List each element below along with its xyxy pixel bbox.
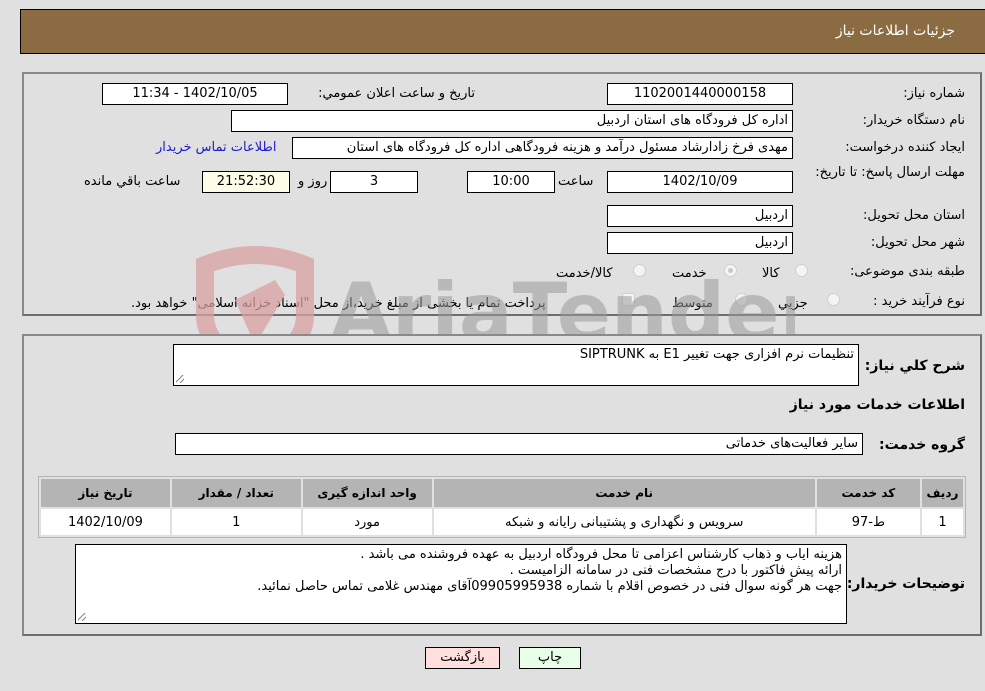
col-header-service-code: کد خدمت xyxy=(816,479,920,507)
treasury-note: پرداخت تمام یا بخشی از مبلغ خرید،از محل … xyxy=(131,296,546,311)
remaining-time-field: 21:52:30 xyxy=(202,171,290,193)
need-info-panel xyxy=(22,72,982,316)
description-text: تنظیمات نرم افزاری جهت تغییر E1 به SIPTR… xyxy=(579,347,854,362)
cell-quantity: 1 xyxy=(171,509,301,535)
buyer-contact-link[interactable]: اطلاعات تماس خريدار xyxy=(156,140,276,155)
city-label: شهر محل تحويل: xyxy=(870,235,965,250)
print-button[interactable]: چاپ xyxy=(519,647,581,669)
category-label: طبقه بندی موضوعی: xyxy=(849,264,965,279)
cell-unit: مورد xyxy=(302,509,432,535)
province-label: استان محل تحويل: xyxy=(863,208,965,223)
page-header: جزئيات اطلاعات نياز xyxy=(20,9,985,54)
days-label: روز و xyxy=(298,174,328,189)
category-radio-goods-service[interactable] xyxy=(633,264,646,277)
process-medium-label: متوسط xyxy=(672,296,713,311)
cell-service-name: سرویس و نگهداری و پشتیبانی رایانه و شبکه xyxy=(433,509,815,535)
process-radio-medium[interactable] xyxy=(735,293,748,306)
services-heading: اطلاعات خدمات مورد نياز xyxy=(789,397,965,413)
table-row: 1 ط-97 سرویس و نگهداری و پشتیبانی رایانه… xyxy=(41,509,963,535)
page-title: جزئيات اطلاعات نياز xyxy=(835,23,955,39)
category-goods-label: کالا xyxy=(762,266,780,281)
table-header-row: رديف کد خدمت نام خدمت واحد اندازه گيری ت… xyxy=(41,479,963,507)
deadline-label: مهلت ارسال پاسخ: تا تاريخ: xyxy=(815,165,965,180)
col-header-unit: واحد اندازه گيری xyxy=(302,479,432,507)
buyer-notes-label: توضيحات خريدار: xyxy=(846,576,965,592)
deadline-date-field: 1402/10/09 xyxy=(607,171,793,193)
city-field: اردبیل xyxy=(607,232,793,254)
days-remaining-field: 3 xyxy=(330,171,418,193)
treasury-checkbox[interactable] xyxy=(622,293,635,306)
resize-grip-icon[interactable] xyxy=(176,375,184,383)
announce-datetime-field: 1402/10/05 - 11:34 xyxy=(102,83,288,105)
col-header-quantity: تعداد / مقدار xyxy=(171,479,301,507)
deadline-time-field: 10:00 xyxy=(467,171,555,193)
need-number-label: شماره نياز: xyxy=(903,86,965,101)
announce-label: تاريخ و ساعت اعلان عمومي: xyxy=(318,86,475,101)
back-button[interactable]: بازگشت xyxy=(425,647,500,669)
requester-label: ايجاد کننده درخواست: xyxy=(845,140,965,155)
cell-service-code: ط-97 xyxy=(816,509,920,535)
col-header-need-date: تاريخ نياز xyxy=(41,479,170,507)
cell-row-number: 1 xyxy=(921,509,963,535)
buyer-note-line: ارائه پیش فاکتور با درج مشخصات فنی در سا… xyxy=(509,563,842,578)
requester-field: مهدی فرخ زادارشاد مسئول درآمد و هزینه فر… xyxy=(292,137,793,159)
remaining-label: ساعت باقي مانده xyxy=(84,174,181,189)
buyer-note-line: هزینه ایاب و ذهاب کارشناس اعزامی تا محل … xyxy=(360,547,842,562)
category-radio-goods[interactable] xyxy=(795,264,808,277)
buyer-org-label: نام دستگاه خريدار: xyxy=(862,113,965,128)
service-group-field: سایر فعالیت‌های خدماتی xyxy=(175,433,863,455)
buyer-org-field: اداره کل فرودگاه های استان اردبیل xyxy=(231,110,793,132)
description-textarea[interactable]: تنظیمات نرم افزاری جهت تغییر E1 به SIPTR… xyxy=(173,344,859,386)
buyer-notes-textarea[interactable]: هزینه ایاب و ذهاب کارشناس اعزامی تا محل … xyxy=(75,544,847,624)
province-field: اردبیل xyxy=(607,205,793,227)
col-header-service-name: نام خدمت xyxy=(433,479,815,507)
category-radio-service[interactable] xyxy=(724,264,737,277)
resize-grip-icon[interactable] xyxy=(78,613,86,621)
category-service-label: خدمت xyxy=(672,266,707,281)
description-label: شرح کلي نياز: xyxy=(864,358,965,374)
time-label: ساعت xyxy=(558,174,594,189)
buyer-note-line: جهت هر گونه سوال فنی در خصوص اقلام با شم… xyxy=(257,579,842,594)
col-header-row-number: رديف xyxy=(921,479,963,507)
cell-need-date: 1402/10/09 xyxy=(41,509,170,535)
need-number-field: 1102001440000158 xyxy=(607,83,793,105)
process-radio-minor[interactable] xyxy=(827,293,840,306)
process-minor-label: جزيي xyxy=(778,296,808,311)
services-table: رديف کد خدمت نام خدمت واحد اندازه گيری ت… xyxy=(38,476,966,538)
process-label: نوع فرآيند خريد : xyxy=(873,294,965,309)
service-group-label: گروه خدمت: xyxy=(879,437,965,453)
category-goods-service-label: کالا/خدمت xyxy=(556,266,613,281)
